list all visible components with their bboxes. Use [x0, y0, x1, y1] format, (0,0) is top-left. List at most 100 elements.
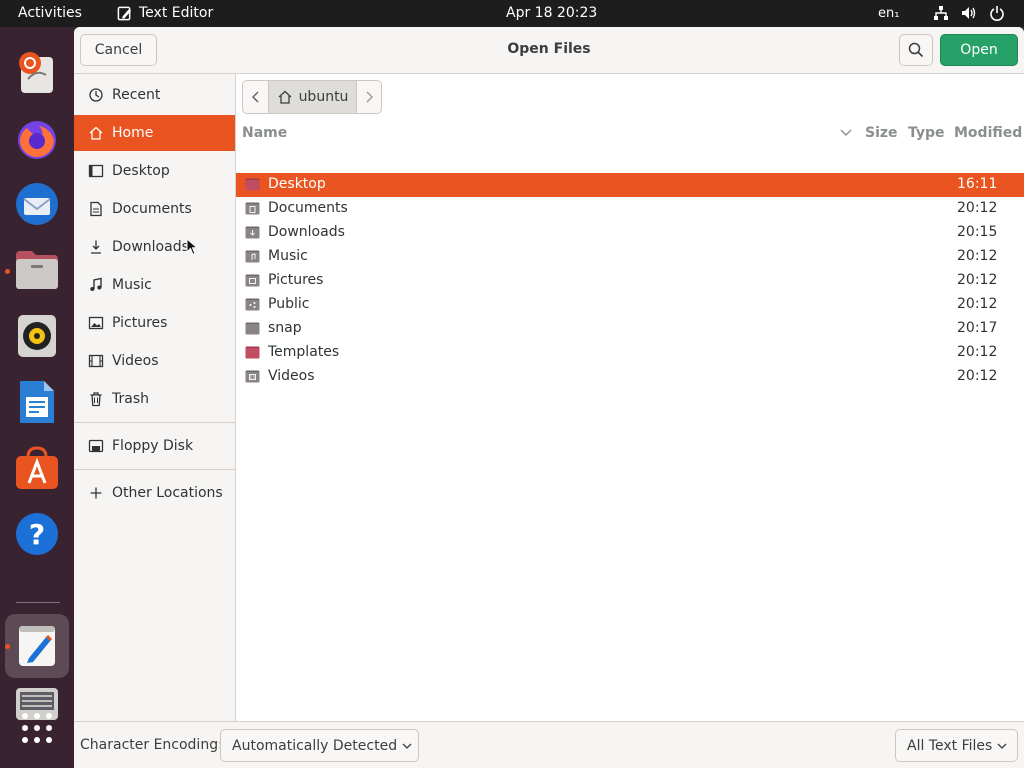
- clock-icon: [88, 87, 104, 103]
- sidebar-item-label: Home: [112, 125, 154, 141]
- column-header-type[interactable]: Type: [908, 125, 945, 141]
- network-icon: [934, 6, 948, 20]
- app-menu[interactable]: Text Editor: [117, 5, 213, 22]
- sidebar-separator: [74, 422, 235, 423]
- music-icon: [88, 277, 104, 293]
- sidebar-item-pictures[interactable]: Pictures: [74, 305, 235, 341]
- file-name: Downloads: [268, 224, 345, 240]
- file-row-public[interactable]: Public 20:12: [236, 293, 1024, 317]
- floppy-icon: [88, 438, 104, 454]
- path-segment-home[interactable]: ubuntu: [269, 80, 356, 114]
- sidebar-item-floppy-disk[interactable]: Floppy Disk: [74, 428, 235, 464]
- home-icon: [88, 125, 104, 141]
- file-filter-select[interactable]: All Text Files: [895, 729, 1018, 762]
- help-icon[interactable]: ?: [13, 510, 61, 558]
- column-header-size[interactable]: Size: [865, 125, 898, 141]
- desktop-icon: [88, 163, 104, 179]
- chevron-right-icon: [366, 91, 373, 103]
- sidebar-item-downloads[interactable]: Downloads: [74, 229, 235, 265]
- folder-videos-icon: [245, 370, 260, 383]
- character-encoding-select[interactable]: Automatically Detected: [220, 729, 419, 762]
- folder-templates-icon: [245, 346, 260, 359]
- column-header-modified[interactable]: Modified: [954, 125, 1022, 141]
- chevron-down-icon: [997, 743, 1007, 749]
- path-bar: ubuntu: [242, 80, 382, 114]
- chevron-left-icon: [251, 91, 258, 103]
- character-encoding-label: Character Encoding:: [80, 737, 223, 753]
- places-sidebar: Recent Home Desktop Documents Downloads …: [74, 74, 236, 721]
- sidebar-item-label: Downloads: [112, 239, 189, 255]
- sidebar-item-desktop[interactable]: Desktop: [74, 153, 235, 189]
- app-center-icon[interactable]: [13, 444, 61, 492]
- sidebar-item-home[interactable]: Home: [74, 115, 235, 151]
- column-header-name[interactable]: Name: [242, 125, 287, 141]
- file-name: Desktop: [268, 176, 326, 192]
- sidebar-item-music[interactable]: Music: [74, 267, 235, 303]
- folder-downloads-icon: [245, 226, 260, 239]
- dialog-header: Cancel Open Files Open: [74, 27, 1024, 74]
- sidebar-item-recent[interactable]: Recent: [74, 77, 235, 113]
- file-name: Documents: [268, 200, 348, 216]
- input-language-indicator[interactable]: en₁: [878, 5, 899, 22]
- running-indicator: [5, 269, 10, 274]
- sidebar-item-documents[interactable]: Documents: [74, 191, 235, 227]
- file-row-downloads[interactable]: Downloads 20:15: [236, 221, 1024, 245]
- firefox-icon[interactable]: [13, 114, 61, 162]
- activities-button[interactable]: Activities: [18, 5, 82, 22]
- file-list-header: Name Size Type Modified: [236, 121, 1024, 145]
- clock[interactable]: Apr 18 20:23: [506, 5, 597, 22]
- chevron-down-icon: [402, 743, 412, 749]
- sidebar-item-label: Music: [112, 277, 152, 293]
- dialog-title: Open Files: [507, 41, 591, 57]
- sidebar-item-label: Trash: [112, 391, 149, 407]
- search-icon: [908, 42, 924, 58]
- sidebar-item-label: Pictures: [112, 315, 168, 331]
- sidebar-item-trash[interactable]: Trash: [74, 381, 235, 417]
- file-name: Pictures: [268, 272, 324, 288]
- path-back-button[interactable]: [242, 80, 269, 114]
- file-row-documents[interactable]: Documents 20:12: [236, 197, 1024, 221]
- sidebar-separator: [74, 469, 235, 470]
- file-modified: 20:12: [957, 248, 998, 264]
- top-bar: Activities Text Editor Apr 18 20:23 en₁: [0, 0, 1024, 27]
- sidebar-item-videos[interactable]: Videos: [74, 343, 235, 379]
- plus-icon: [88, 485, 104, 501]
- file-row-snap[interactable]: snap 20:17: [236, 317, 1024, 341]
- file-modified: 20:12: [957, 368, 998, 384]
- home-icon: [278, 90, 292, 104]
- file-name: Public: [268, 296, 310, 312]
- open-button[interactable]: Open: [940, 34, 1018, 66]
- files-icon[interactable]: [13, 246, 61, 294]
- folder-desktop-icon: [245, 178, 260, 191]
- file-list[interactable]: Name Size Type Modified Desktop 16:11 Do…: [236, 121, 1024, 721]
- system-menu[interactable]: [933, 5, 1005, 21]
- dock: ?: [0, 27, 74, 768]
- character-encoding-value: Automatically Detected: [232, 737, 398, 754]
- rhythmbox-icon[interactable]: [13, 312, 61, 360]
- file-modified: 20:12: [957, 344, 998, 360]
- file-row-templates[interactable]: Templates 20:12: [236, 341, 1024, 365]
- app-name: Text Editor: [139, 5, 214, 21]
- folder-icon: [245, 322, 260, 335]
- video-icon: [88, 353, 104, 369]
- file-modified: 20:17: [957, 320, 998, 336]
- pictures-icon: [88, 315, 104, 331]
- thunderbird-icon[interactable]: [13, 180, 61, 228]
- file-row-desktop[interactable]: Desktop 16:11: [236, 173, 1024, 197]
- file-row-videos[interactable]: Videos 20:12: [236, 365, 1024, 389]
- ubuntu-installer-icon[interactable]: [13, 48, 61, 96]
- sidebar-item-other-locations[interactable]: Other Locations: [74, 475, 235, 511]
- show-apps-icon[interactable]: [13, 704, 61, 752]
- text-editor-icon[interactable]: [13, 622, 61, 670]
- search-button[interactable]: [899, 34, 933, 66]
- libreoffice-writer-icon[interactable]: [13, 378, 61, 426]
- file-row-pictures[interactable]: Pictures 20:12: [236, 269, 1024, 293]
- sort-chevron-down-icon: [840, 129, 852, 136]
- document-icon: [88, 201, 104, 217]
- trash-icon: [88, 391, 104, 407]
- folder-pictures-icon: [245, 274, 260, 287]
- file-row-music[interactable]: Music 20:12: [236, 245, 1024, 269]
- file-name: snap: [268, 320, 302, 336]
- path-forward-button[interactable]: [356, 80, 382, 114]
- dialog-footer: Character Encoding: Automatically Detect…: [74, 721, 1024, 768]
